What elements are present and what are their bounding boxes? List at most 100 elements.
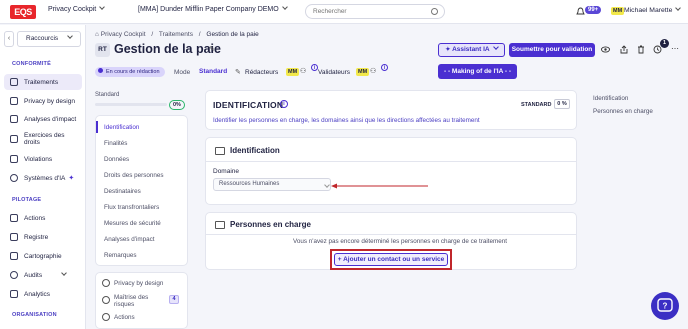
- nav-mesures[interactable]: Mesures de sécurité: [104, 220, 161, 227]
- shortcut-selector-label: Raccourcis: [26, 35, 59, 42]
- validateur-avatar[interactable]: MM: [356, 68, 370, 76]
- breadcrumb-item[interactable]: Traitements: [159, 31, 193, 38]
- status-dot-icon: [98, 68, 103, 73]
- chevron-down-icon: [61, 270, 67, 276]
- eqs-logo[interactable]: EQS: [10, 5, 36, 19]
- nav-remarques[interactable]: Remarques: [104, 252, 137, 259]
- nav-destinataires[interactable]: Destinataires: [104, 188, 141, 195]
- sidebar-item-actions[interactable]: Actions: [4, 210, 82, 226]
- sidebar-item-label: Violations: [24, 155, 53, 163]
- submit-button[interactable]: Soumettre pour validation: [509, 43, 595, 57]
- sidebar-item-analyses[interactable]: Analyses d'impact: [4, 111, 82, 127]
- progress-badge: 0%: [169, 100, 185, 110]
- person-card-icon: [215, 221, 225, 229]
- sidebar-item-cartographie[interactable]: Cartographie: [4, 248, 82, 264]
- sidebar-item-analytics[interactable]: Analytics: [4, 286, 82, 302]
- edit-icon[interactable]: ✎: [209, 45, 215, 53]
- add-contact-button[interactable]: + Ajouter un contact ou un service: [334, 253, 448, 266]
- add-contact-label: Ajouter un contact ou un service: [343, 256, 445, 263]
- circle-icon: [102, 296, 110, 304]
- sidebar-item-exercices[interactable]: Exercices des droits: [4, 129, 82, 149]
- sidebar-item-violations[interactable]: Violations: [4, 151, 82, 167]
- info-icon[interactable]: i: [381, 64, 388, 71]
- section-organisation: ORGANISATION: [12, 312, 57, 318]
- user-name-label: Michael Marette: [624, 7, 673, 14]
- sidebar-item-label: Analytics: [24, 290, 51, 298]
- map-icon: [10, 252, 18, 260]
- sidebar-item-registre[interactable]: Registre: [4, 229, 82, 245]
- nav-droits[interactable]: Droits des personnes: [104, 172, 164, 179]
- nav-donnees[interactable]: Données: [104, 156, 129, 163]
- pencil-icon: ✎: [235, 69, 241, 76]
- audit-icon: [10, 271, 18, 279]
- nav-analyses[interactable]: Analyses d'impact: [104, 236, 155, 243]
- nav-identification[interactable]: Identification: [104, 124, 139, 131]
- nav-flux[interactable]: Flux transfrontaliers: [104, 204, 159, 211]
- alert-icon: [10, 155, 18, 163]
- active-indicator: [96, 121, 98, 133]
- assistant-ia-button[interactable]: ✦ Assistant IA: [438, 43, 505, 57]
- mode-value[interactable]: Standard: [199, 68, 227, 75]
- top-bar: EQS Privacy Cockpit [MMA] Dunder Mifflin…: [0, 0, 688, 24]
- share-icon[interactable]: [620, 45, 628, 54]
- breadcrumb-current: Gestion de la paie: [206, 31, 259, 38]
- making-of-ia-button[interactable]: - - Making of de l'IA - -: [438, 64, 517, 79]
- record-tag: RT: [95, 43, 110, 57]
- shortcut-selector[interactable]: Raccourcis: [17, 31, 81, 47]
- sidebar-item-label: Audits: [24, 271, 43, 279]
- user-icon[interactable]: ⚇: [300, 67, 306, 75]
- id-card-icon: [215, 147, 225, 155]
- sidebar-item-label: Exercices des droits: [24, 132, 65, 146]
- app-selector[interactable]: Privacy Cockpit: [48, 4, 106, 13]
- help-button[interactable]: ?: [651, 292, 679, 320]
- breadcrumb-item[interactable]: Privacy Cockpit: [101, 31, 146, 38]
- user-name[interactable]: Michael Marette: [624, 5, 682, 14]
- sidebar-item-audits[interactable]: Audits: [4, 267, 82, 283]
- sidebar-item-traitements[interactable]: Traitements: [4, 74, 82, 90]
- redacteurs-label: Rédacteurs: [245, 69, 279, 76]
- trash-icon[interactable]: [637, 45, 645, 54]
- chevron-down-icon: [324, 182, 330, 188]
- circle-icon: [102, 313, 110, 321]
- count-badge: 1: [660, 39, 669, 48]
- nav-finalites[interactable]: Finalités: [104, 140, 127, 147]
- list-icon: [10, 78, 18, 86]
- toc-persons[interactable]: Personnes en charge: [593, 108, 653, 115]
- empty-state-text: Vous n'avez pas encore déterminé les per…: [293, 238, 508, 245]
- domain-select[interactable]: Ressources Humaines: [213, 178, 331, 191]
- info-icon[interactable]: i: [280, 100, 288, 108]
- search-box[interactable]: [305, 4, 445, 19]
- section-title: Personnes en charge: [230, 220, 311, 229]
- nav-privacy-by-design[interactable]: Privacy by design: [114, 280, 163, 287]
- user-icon: [10, 135, 18, 143]
- home-icon: ⌂: [95, 31, 99, 38]
- section-conformite: CONFORMITÉ: [12, 61, 51, 67]
- circle-icon: [102, 279, 110, 287]
- search-icon: [431, 8, 438, 15]
- identification-title: IDENTIFICATION: [213, 100, 284, 110]
- more-icon[interactable]: ⋯: [671, 44, 679, 53]
- sidebar-item-privacy-by-design[interactable]: Privacy by design: [4, 93, 82, 109]
- nav-actions[interactable]: Actions: [114, 314, 135, 321]
- info-icon[interactable]: i: [311, 64, 318, 71]
- svg-text:?: ?: [663, 302, 668, 311]
- sidebar-item-label: Registre: [24, 233, 49, 241]
- search-input[interactable]: [313, 8, 423, 15]
- domain-label: Domaine: [213, 168, 240, 175]
- breadcrumb: ⌂ Privacy Cockpit / Traitements / Gestio…: [95, 31, 259, 38]
- collapse-sidebar-icon[interactable]: ‹: [4, 31, 14, 47]
- sidebar-item-label: Actions: [24, 214, 46, 222]
- user-avatar[interactable]: MM: [611, 7, 625, 15]
- toc-identification[interactable]: Identification: [593, 95, 628, 102]
- identification-section: Identification Domaine Ressources Humain…: [205, 137, 577, 205]
- sidebar-item-ia[interactable]: Systèmes d'IA ✦: [4, 170, 82, 186]
- chevron-down-icon: [675, 5, 682, 11]
- bell-icon[interactable]: [576, 7, 585, 16]
- redacteur-avatar[interactable]: MM: [286, 68, 300, 76]
- nav-maitrise-risques[interactable]: Maîtrise des risques: [114, 294, 156, 308]
- company-selector[interactable]: [MMA] Dunder Mifflin Paper Company DEMO: [138, 4, 288, 13]
- validateurs-label: Validateurs: [318, 69, 351, 76]
- chart-icon: [10, 290, 18, 298]
- eye-icon[interactable]: [601, 46, 610, 53]
- user-icon[interactable]: ⚇: [370, 67, 376, 75]
